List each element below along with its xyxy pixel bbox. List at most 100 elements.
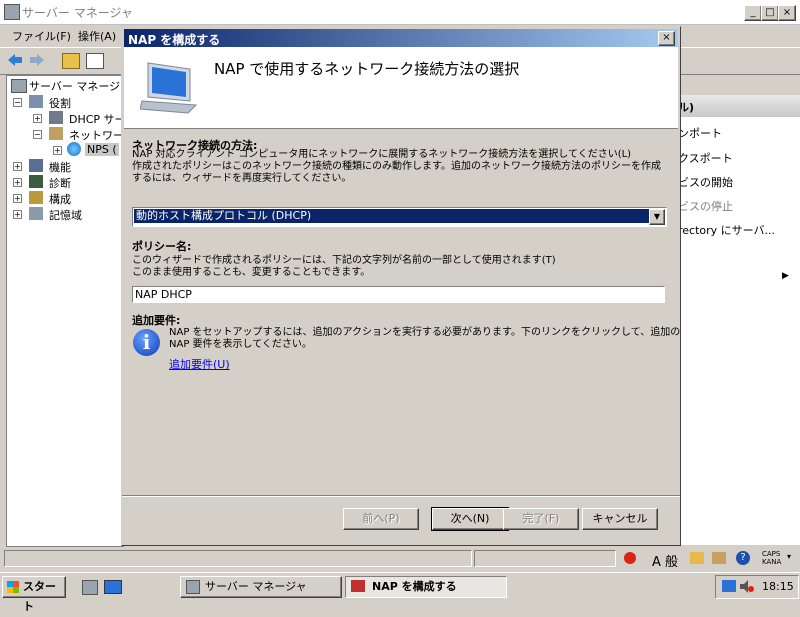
start-label: スタート bbox=[23, 580, 56, 613]
nap-wizard-dialog: NAP を構成する × NAP で使用するネットワーク接続方法の選択 ネットワー… bbox=[121, 26, 681, 546]
ime-pad-icon[interactable] bbox=[690, 552, 704, 564]
cancel-button[interactable]: キャンセル bbox=[582, 508, 658, 530]
windows-logo-icon bbox=[7, 581, 19, 593]
maximize-button[interactable]: □ bbox=[761, 5, 779, 21]
policy-name-desc-1: このウィザードで作成されるポリシーには、下記の文字列が名前の一部として使用されま… bbox=[132, 255, 556, 266]
policy-name-input[interactable]: NAP DHCP bbox=[132, 286, 665, 303]
dhcp-icon bbox=[49, 111, 63, 124]
ime-mode-label[interactable]: A 般 bbox=[652, 551, 678, 570]
ime-status-icon[interactable] bbox=[624, 552, 636, 564]
main-window-title: サーバー マネージャ bbox=[22, 6, 133, 20]
status-bar bbox=[0, 548, 620, 568]
back-button[interactable]: 前へ(P) bbox=[343, 508, 419, 530]
expand-configuration-toggle[interactable]: + bbox=[13, 194, 22, 203]
features-icon bbox=[29, 159, 43, 172]
diagnostics-icon bbox=[29, 175, 43, 188]
actions-header: ル) bbox=[678, 95, 800, 117]
navigation-tree: サーバー マネージャ − 役割 + DHCP サー − ネットワーク + NPS… bbox=[6, 75, 135, 547]
expand-dhcp-toggle[interactable]: + bbox=[33, 114, 42, 123]
ime-tools-icon[interactable] bbox=[712, 552, 726, 564]
connection-method-selected-value: 動的ホスト構成プロトコル (DHCP) bbox=[134, 209, 650, 223]
action-stop-service[interactable]: ビスの停止 bbox=[678, 198, 733, 214]
configuration-icon bbox=[29, 191, 43, 204]
finish-button[interactable]: 完了(F) bbox=[503, 508, 579, 530]
status-panel-1 bbox=[4, 550, 472, 567]
dialog-title-bar: NAP を構成する × bbox=[124, 29, 678, 47]
clock[interactable]: 18:15 bbox=[762, 580, 794, 593]
dialog-title: NAP を構成する bbox=[128, 33, 221, 47]
action-export[interactable]: クスポート bbox=[678, 150, 733, 166]
next-button[interactable]: 次へ(N) bbox=[431, 507, 509, 531]
roles-icon bbox=[29, 95, 43, 108]
menu-action[interactable]: 操作(A) bbox=[78, 28, 116, 44]
language-bar: A 般 ? CAPS KANA ▾ bbox=[620, 548, 800, 572]
storage-icon bbox=[29, 207, 43, 220]
language-bar-options-icon[interactable]: ▾ bbox=[787, 552, 791, 561]
additional-requirements-desc-1: NAP をセットアップするには、追加のアクションを実行する必要があります。下のリ… bbox=[169, 327, 681, 338]
nps-globe-icon bbox=[67, 142, 81, 156]
kana-indicator: KANA bbox=[762, 558, 782, 566]
volume-muted-icon[interactable] bbox=[740, 580, 754, 593]
tree-item-diagnostics[interactable]: 診断 bbox=[49, 175, 71, 191]
expand-features-toggle[interactable]: + bbox=[13, 162, 22, 171]
tree-item-features[interactable]: 機能 bbox=[49, 159, 71, 175]
status-panel-2 bbox=[474, 550, 616, 567]
additional-requirements-desc-2: NAP 要件を表示してください。 bbox=[169, 339, 312, 350]
action-start-service[interactable]: ビスの開始 bbox=[678, 174, 733, 190]
button-separator bbox=[122, 495, 680, 497]
task-label-server-manager: サーバー マネージャ bbox=[205, 580, 307, 593]
network-computer-icon bbox=[139, 59, 200, 115]
tree-item-roles[interactable]: 役割 bbox=[49, 95, 71, 111]
dialog-close-button[interactable]: × bbox=[658, 31, 675, 46]
start-button[interactable]: スタート bbox=[2, 576, 66, 613]
tree-item-nps[interactable]: NPS ( bbox=[85, 143, 119, 156]
minimize-button[interactable]: _ bbox=[744, 5, 762, 21]
network-policy-icon bbox=[49, 127, 63, 140]
help-icon[interactable]: ? bbox=[736, 551, 750, 565]
submenu-arrow-icon[interactable]: ▶ bbox=[782, 271, 789, 281]
tree-item-configuration[interactable]: 構成 bbox=[49, 191, 71, 207]
close-button[interactable]: × bbox=[778, 5, 796, 21]
forward-arrow-icon[interactable] bbox=[30, 54, 44, 66]
tree-root-label[interactable]: サーバー マネージャ bbox=[29, 78, 131, 94]
tree-item-storage[interactable]: 記憶域 bbox=[49, 207, 82, 223]
task-server-manager[interactable]: サーバー マネージャ bbox=[180, 576, 342, 598]
expand-roles-toggle[interactable]: − bbox=[13, 98, 22, 107]
network-tray-icon[interactable] bbox=[722, 580, 736, 592]
main-title-bar: サーバー マネージャ _ □ × bbox=[0, 0, 800, 25]
server-manager-node-icon bbox=[11, 79, 27, 93]
system-tray: 18:15 bbox=[715, 575, 799, 599]
action-import[interactable]: ンポート bbox=[678, 125, 722, 141]
folder-up-icon[interactable] bbox=[62, 53, 80, 69]
expand-storage-toggle[interactable]: + bbox=[13, 210, 22, 219]
quick-launch-server-manager-icon[interactable] bbox=[82, 580, 98, 595]
additional-requirements-label: 追加要件: bbox=[132, 314, 181, 327]
connection-method-desc-1: NAP 対応クライアント コンピュータ用にネットワークに展開するネットワーク接続… bbox=[132, 149, 632, 160]
action-register-directory[interactable]: rectory にサーバ... bbox=[678, 222, 775, 238]
policy-name-desc-2: このまま使用することも、変更することもできます。 bbox=[132, 267, 371, 278]
task-label-nap-wizard: NAP を構成する bbox=[372, 580, 457, 593]
expand-diagnostics-toggle[interactable]: + bbox=[13, 178, 22, 187]
nap-wizard-task-icon bbox=[351, 580, 365, 592]
caps-indicator: CAPS bbox=[762, 550, 781, 558]
console-view-icon[interactable] bbox=[86, 53, 104, 69]
tree-item-dhcp[interactable]: DHCP サー bbox=[69, 111, 126, 127]
wizard-page-heading: NAP で使用するネットワーク接続方法の選択 bbox=[214, 60, 520, 78]
actions-pane: ル) ンポート クスポート ビスの開始 ビスの停止 rectory にサーバ..… bbox=[678, 95, 800, 545]
server-manager-icon bbox=[4, 4, 20, 20]
expand-nps-toggle[interactable]: + bbox=[53, 146, 62, 155]
taskbar: スタート サーバー マネージャ NAP を構成する 18:15 bbox=[0, 572, 800, 613]
additional-requirements-link[interactable]: 追加要件(U) bbox=[169, 356, 230, 372]
connection-method-select[interactable]: 動的ホスト構成プロトコル (DHCP) ▼ bbox=[132, 207, 667, 227]
back-arrow-icon[interactable] bbox=[8, 54, 22, 66]
task-nap-wizard[interactable]: NAP を構成する bbox=[345, 576, 507, 598]
connection-method-desc-3: するには、ウィザードを再度実行してください。 bbox=[132, 173, 352, 184]
policy-name-label: ポリシー名: bbox=[132, 240, 192, 253]
menu-file[interactable]: ファイル(F) bbox=[12, 28, 71, 44]
connection-method-desc-2: 作成されたポリシーはこのネットワーク接続の種類にのみ動作します。追加のネットワー… bbox=[132, 161, 661, 172]
server-manager-task-icon bbox=[186, 580, 200, 594]
info-icon: i bbox=[133, 329, 160, 356]
expand-network-toggle[interactable]: − bbox=[33, 130, 42, 139]
show-desktop-icon[interactable] bbox=[104, 580, 122, 594]
dropdown-arrow-icon[interactable]: ▼ bbox=[649, 209, 665, 225]
